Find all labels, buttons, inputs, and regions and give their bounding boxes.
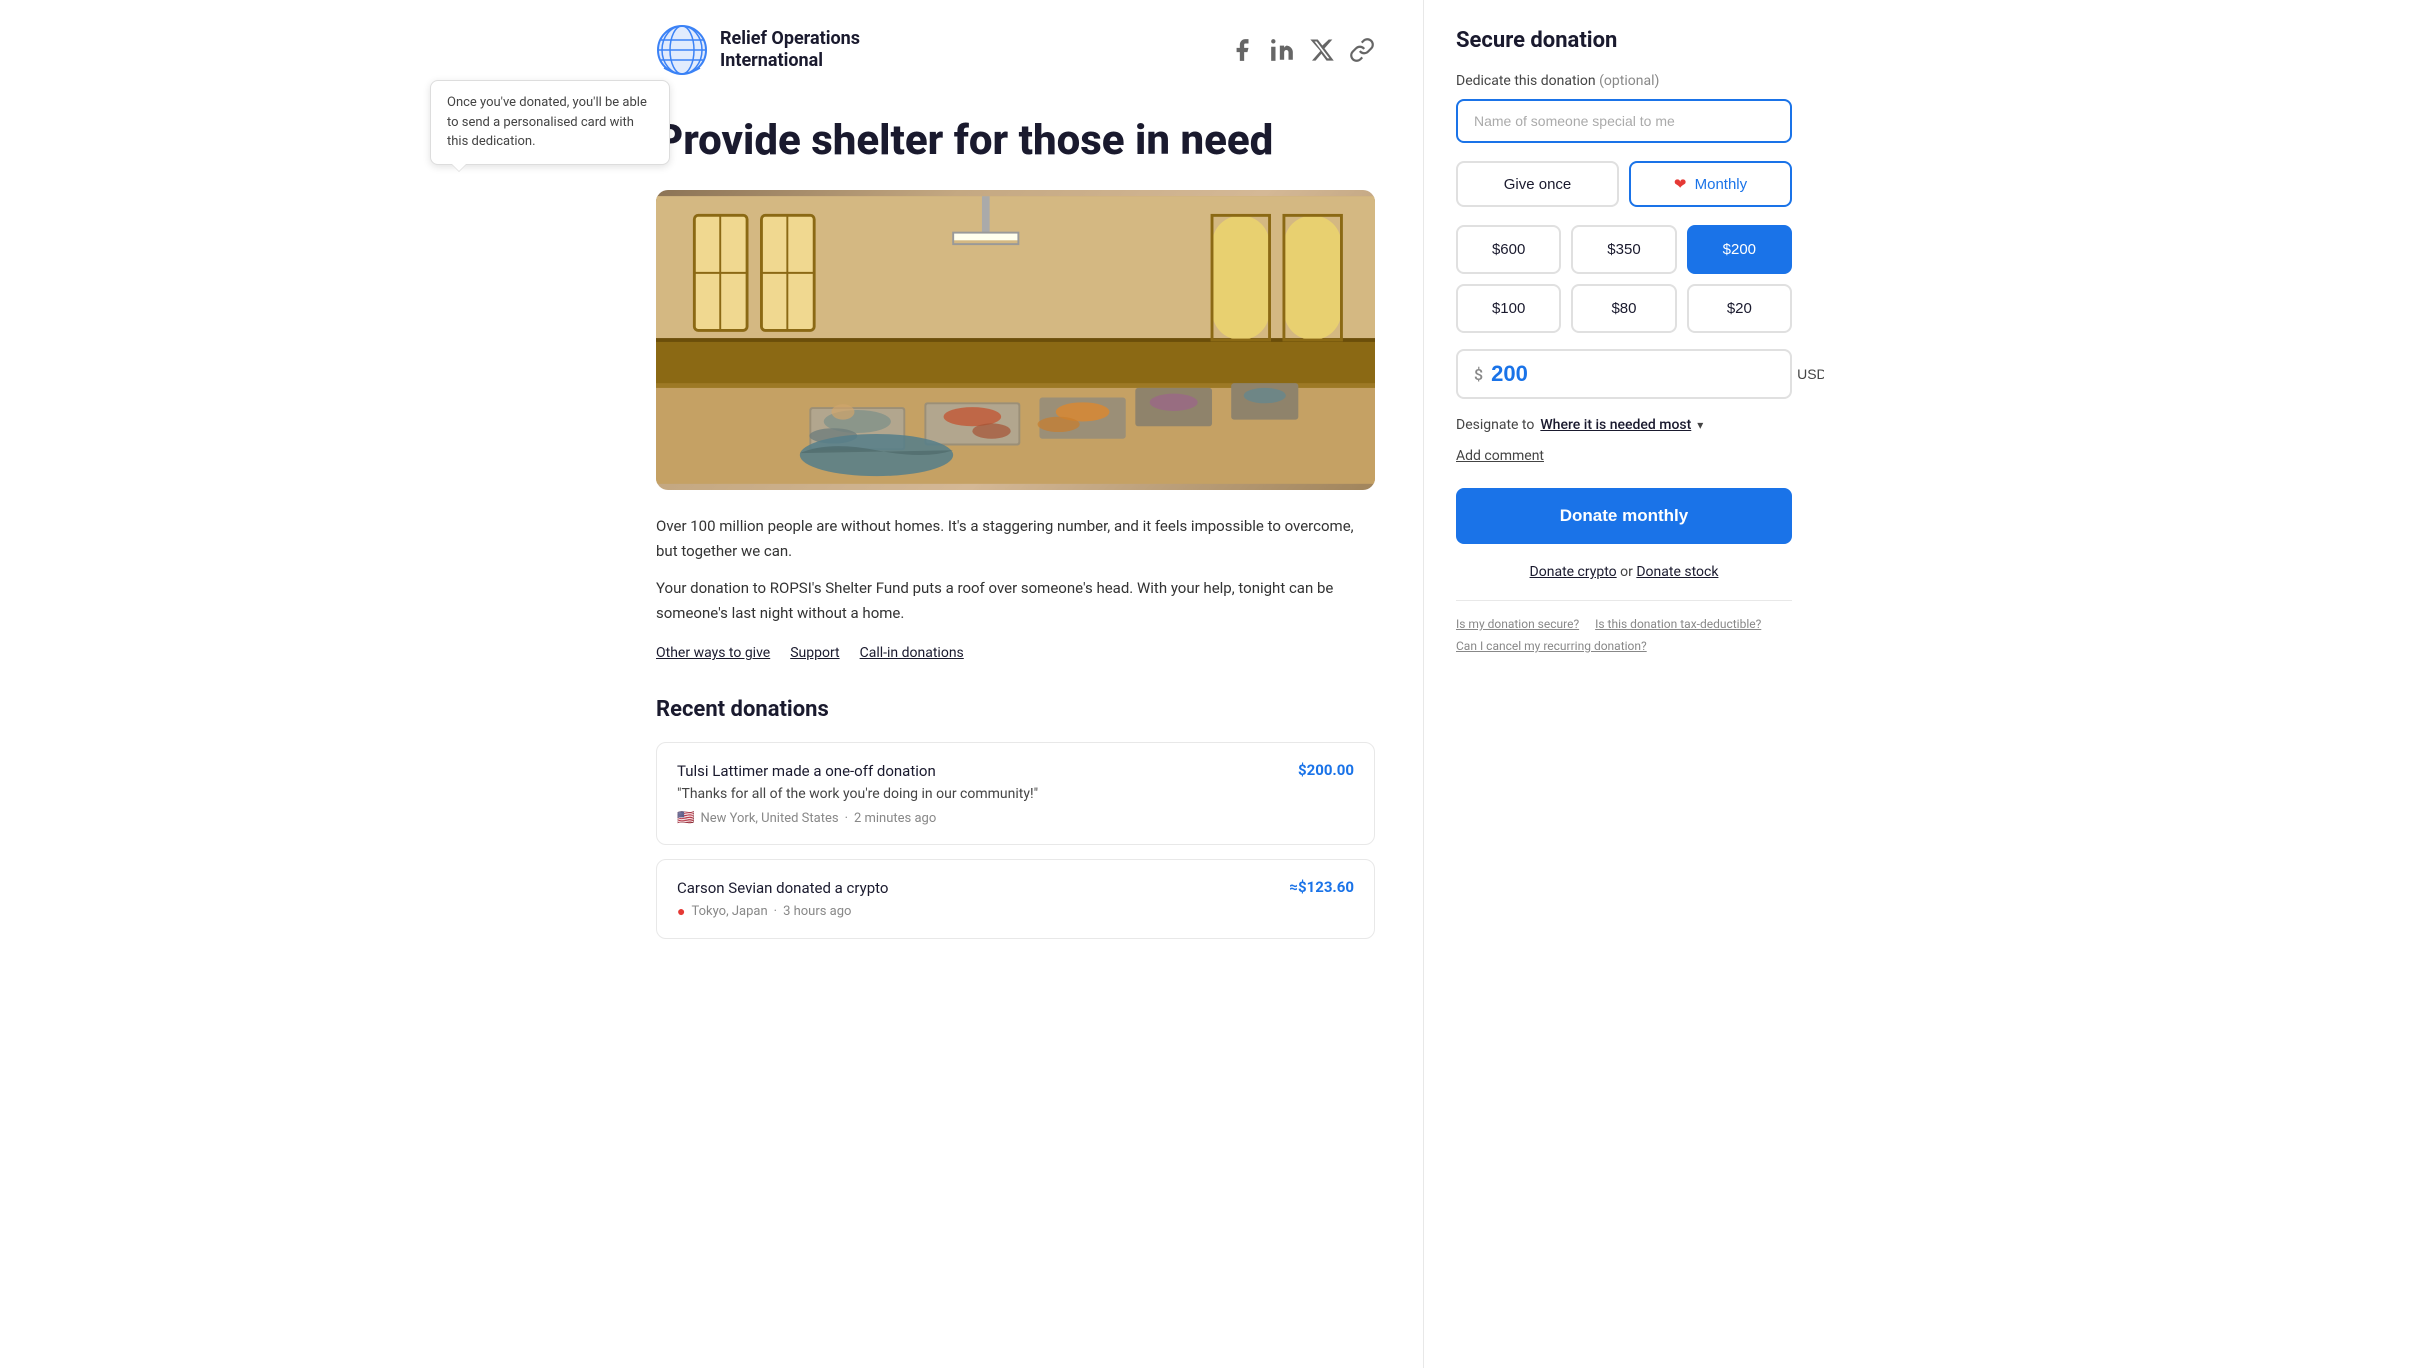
currency-symbol: $ xyxy=(1474,365,1483,384)
designate-row: Designate to Where it is needed most ▾ xyxy=(1456,417,1792,433)
divider xyxy=(1456,600,1792,601)
flag-icon: 🇺🇸 xyxy=(677,810,694,826)
donation-amount: ≈$123.60 xyxy=(1289,878,1354,896)
dedication-input[interactable] xyxy=(1456,99,1792,143)
donor-location: New York, United States xyxy=(700,811,838,826)
donation-time: 2 minutes ago xyxy=(854,811,936,826)
social-icons xyxy=(1229,37,1375,63)
donation-header: Carson Sevian donated a crypto ≈$123.60 xyxy=(677,878,1354,897)
donor-info: Carson Sevian donated a crypto xyxy=(677,878,888,897)
faq-secure-link[interactable]: Is my donation secure? xyxy=(1456,617,1579,631)
donate-monthly-button[interactable]: Donate monthly xyxy=(1456,488,1792,544)
support-link[interactable]: Support xyxy=(790,645,839,661)
facebook-icon[interactable] xyxy=(1229,37,1255,63)
alt-donate-row: Donate crypto or Donate stock xyxy=(1456,564,1792,580)
donation-header: Tulsi Lattimer made a one-off donation $… xyxy=(677,761,1354,780)
campaign-title: Provide shelter for those in need xyxy=(656,116,1375,166)
other-ways-link[interactable]: Other ways to give xyxy=(656,645,770,661)
callin-link[interactable]: Call-in donations xyxy=(860,645,964,661)
dedicate-label: Dedicate this donation (optional) xyxy=(1456,73,1792,89)
tooltip-bubble: Once you've donated, you'll be able to s… xyxy=(430,80,670,165)
donation-quote: "Thanks for all of the work you're doing… xyxy=(677,786,1354,802)
donor-info: Tulsi Lattimer made a one-off donation xyxy=(677,761,936,780)
donor-location: Tokyo, Japan xyxy=(691,904,767,919)
campaign-image xyxy=(656,190,1375,490)
donate-stock-link[interactable]: Donate stock xyxy=(1636,564,1718,580)
globe-icon xyxy=(656,24,708,76)
shelter-image xyxy=(656,190,1375,490)
monthly-button[interactable]: ❤ Monthly xyxy=(1629,161,1792,207)
x-icon[interactable] xyxy=(1309,37,1335,63)
chevron-down-icon: ▾ xyxy=(1697,418,1703,432)
faq-cancel-link[interactable]: Can I cancel my recurring donation? xyxy=(1456,639,1792,653)
flag-icon: ● xyxy=(677,903,685,920)
custom-amount-row: $ USD ▾ EUR ▾ GBP ▾ xyxy=(1456,349,1792,399)
donation-card: Tulsi Lattimer made a one-off donation $… xyxy=(656,742,1375,845)
left-panel: Relief Operations International xyxy=(608,0,1424,1368)
faq-links: Is my donation secure? Is this donation … xyxy=(1456,617,1792,653)
campaign-links: Other ways to give Support Call-in donat… xyxy=(656,645,1375,661)
heart-icon: ❤ xyxy=(1674,176,1687,193)
amount-600-button[interactable]: $600 xyxy=(1456,225,1561,274)
donation-meta: 🇺🇸 New York, United States · 2 minutes a… xyxy=(677,810,1354,826)
faq-row-1: Is my donation secure? Is this donation … xyxy=(1456,617,1792,631)
amount-grid: $600 $350 $200 $100 $80 $20 xyxy=(1456,225,1792,333)
amount-200-button[interactable]: $200 xyxy=(1687,225,1792,274)
donor-name: Tulsi Lattimer made a one-off donation xyxy=(677,762,936,780)
donate-crypto-link[interactable]: Donate crypto xyxy=(1530,564,1617,580)
linkedin-icon[interactable] xyxy=(1269,37,1295,63)
add-comment-link[interactable]: Add comment xyxy=(1456,448,1544,464)
campaign-description-1: Over 100 million people are without home… xyxy=(656,514,1375,564)
logo-area: Relief Operations International xyxy=(656,24,860,76)
amount-80-button[interactable]: $80 xyxy=(1571,284,1676,333)
org-name: Relief Operations International xyxy=(720,28,860,71)
amount-20-button[interactable]: $20 xyxy=(1687,284,1792,333)
custom-amount-input[interactable] xyxy=(1491,361,1785,387)
give-once-button[interactable]: Give once xyxy=(1456,161,1619,207)
donation-form-panel: Secure donation Dedicate this donation (… xyxy=(1424,0,1824,1368)
header: Relief Operations International xyxy=(656,24,1375,76)
donor-name: Carson Sevian donated a crypto xyxy=(677,879,888,897)
recent-donations-title: Recent donations xyxy=(656,697,1375,722)
donation-meta: ● Tokyo, Japan · 3 hours ago xyxy=(677,903,1354,920)
donation-card: Carson Sevian donated a crypto ≈$123.60 … xyxy=(656,859,1375,939)
frequency-buttons: Give once ❤ Monthly xyxy=(1456,161,1792,207)
amount-100-button[interactable]: $100 xyxy=(1456,284,1561,333)
secure-donation-title: Secure donation xyxy=(1456,28,1792,53)
campaign-description-2: Your donation to ROPSI's Shelter Fund pu… xyxy=(656,576,1375,626)
copy-link-icon[interactable] xyxy=(1349,37,1375,63)
faq-tax-link[interactable]: Is this donation tax-deductible? xyxy=(1595,617,1761,631)
amount-350-button[interactable]: $350 xyxy=(1571,225,1676,274)
donation-amount: $200.00 xyxy=(1298,761,1354,779)
currency-select[interactable]: USD ▾ EUR ▾ GBP ▾ xyxy=(1793,365,1824,383)
donation-time: 3 hours ago xyxy=(783,904,851,919)
designate-link[interactable]: Where it is needed most xyxy=(1540,417,1691,433)
